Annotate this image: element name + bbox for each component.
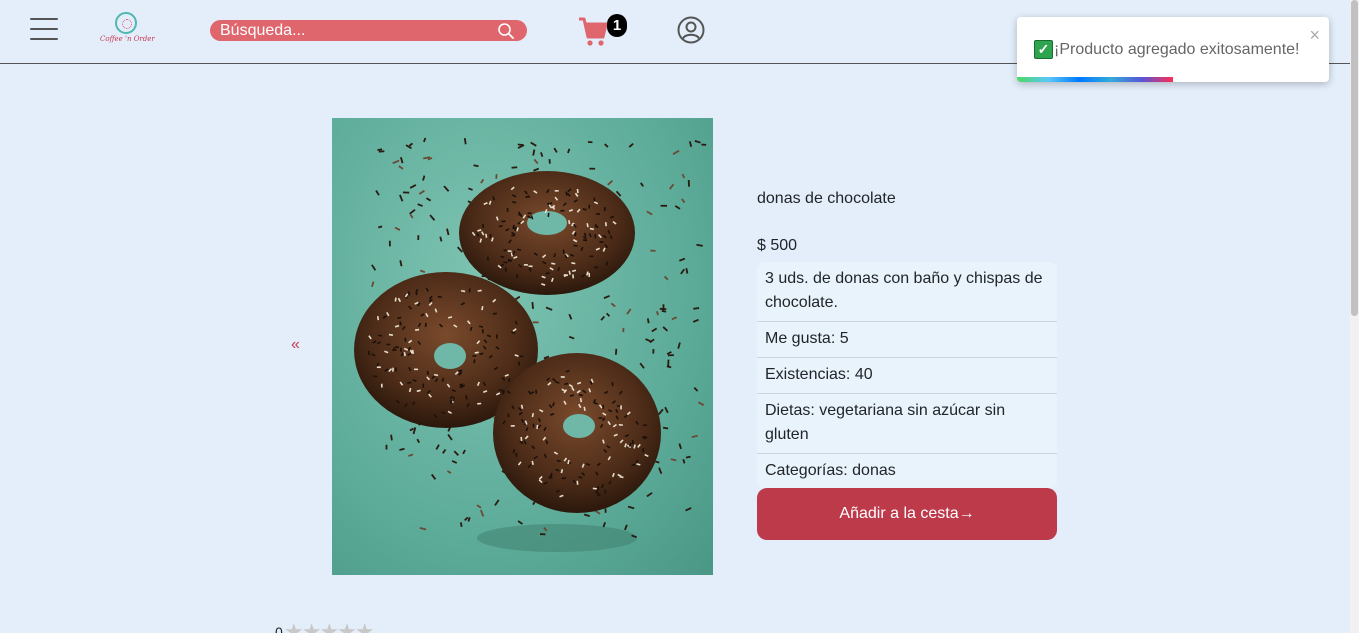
product-image (332, 118, 713, 575)
toast-message: ¡Producto agregado exitosamente! (1054, 41, 1300, 58)
user-icon[interactable] (677, 16, 705, 44)
detail-diets: Dietas: vegetariana sin azúcar sin glute… (757, 394, 1057, 454)
logo-text: Coffee 'n Order (100, 35, 155, 43)
detail-categories: Categorías: donas (765, 462, 896, 479)
donuts-illustration (354, 137, 707, 552)
detail-likes: Me gusta: 5 (757, 322, 1057, 358)
cart-icon (579, 17, 608, 46)
scrollbar[interactable] (1350, 0, 1359, 633)
detail-stock: Existencias: 40 (757, 358, 1057, 394)
search-input[interactable] (220, 20, 490, 41)
cart-count-badge: 1 (607, 14, 627, 37)
scrollbar-thumb[interactable] (1351, 0, 1358, 316)
detail-description: 3 uds. de donas con baño y chispas de ch… (757, 262, 1057, 322)
check-icon: ✓ (1034, 40, 1053, 59)
cart-button[interactable]: 1 (578, 14, 628, 48)
product-title: donas de chocolate (757, 190, 896, 207)
success-toast: ✓ ¡Producto agregado exitosamente! × (1017, 17, 1329, 82)
product-details-list: 3 uds. de donas con baño y chispas de ch… (757, 262, 1057, 489)
search-bar (210, 20, 527, 41)
carousel-prev-button[interactable]: « (291, 336, 300, 354)
star-rating[interactable]: ★★★★★ (284, 619, 375, 633)
brand-logo[interactable]: Coffee 'n Order (100, 12, 155, 48)
toast-progress-bar (1017, 77, 1173, 82)
search-icon[interactable] (497, 22, 515, 40)
rating-value: 0 (275, 624, 283, 633)
close-icon[interactable]: × (1309, 26, 1320, 44)
product-price: $ 500 (757, 237, 798, 254)
add-to-cart-button[interactable]: Añadir a la cesta→ (757, 488, 1057, 540)
menu-icon[interactable] (30, 18, 58, 42)
